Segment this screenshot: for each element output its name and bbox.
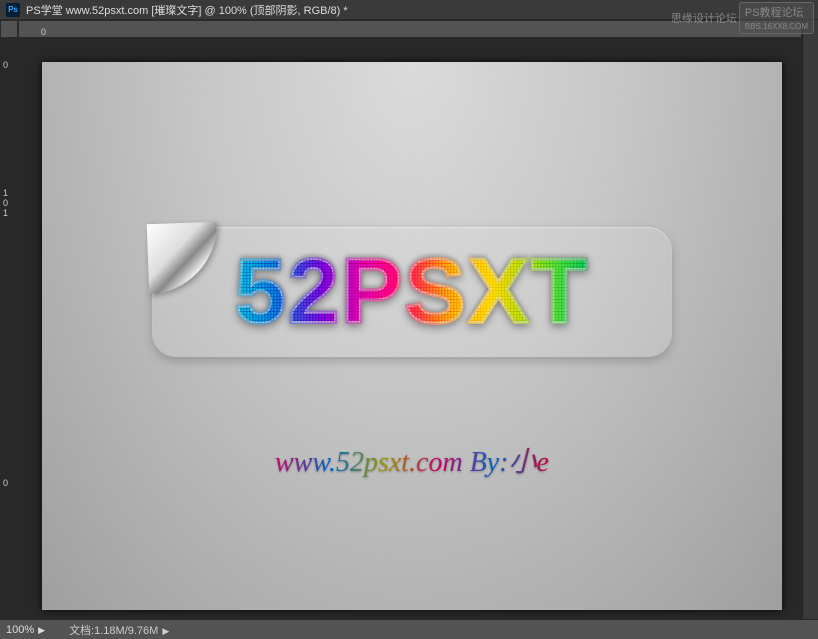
scrollbar-vertical[interactable] [802,20,818,619]
canvas-viewport[interactable]: 52PSXT www.52psxt.com By:小e [18,38,802,619]
document-title[interactable]: PS学堂 www.52psxt.com [璀璨文字] @ 100% (顶部阴影,… [26,2,348,18]
photoshop-icon: Ps [6,3,20,17]
ruler-vertical[interactable]: 0 1 0 1 0 [0,38,18,40]
watermarks: 思缘设计论坛 PS教程论坛 BBS.16XX8.COM [671,2,814,34]
chevron-right-icon[interactable]: ▶ [162,626,169,636]
status-bar: 100%▶ 文档:1.18M/9.76M▶ [0,619,818,639]
artwork-sub-text: www.52psxt.com By:小e [275,440,549,480]
ruler-origin[interactable] [0,20,18,38]
chevron-down-icon[interactable]: ▶ [38,625,45,635]
artwork-main-text: 52PSXT [235,240,590,345]
zoom-level[interactable]: 100%▶ [6,624,45,636]
document-canvas[interactable]: 52PSXT www.52psxt.com By:小e [42,62,782,610]
watermark-right: PS教程论坛 BBS.16XX8.COM [739,2,814,34]
page-curl-effect [148,223,218,293]
workspace: 0 1 0 1 0 0 52PSXT www.52psxt.com By:小e [0,20,818,619]
watermark-left: 思缘设计论坛 [671,10,737,26]
document-size[interactable]: 文档:1.18M/9.76M▶ [69,622,169,638]
